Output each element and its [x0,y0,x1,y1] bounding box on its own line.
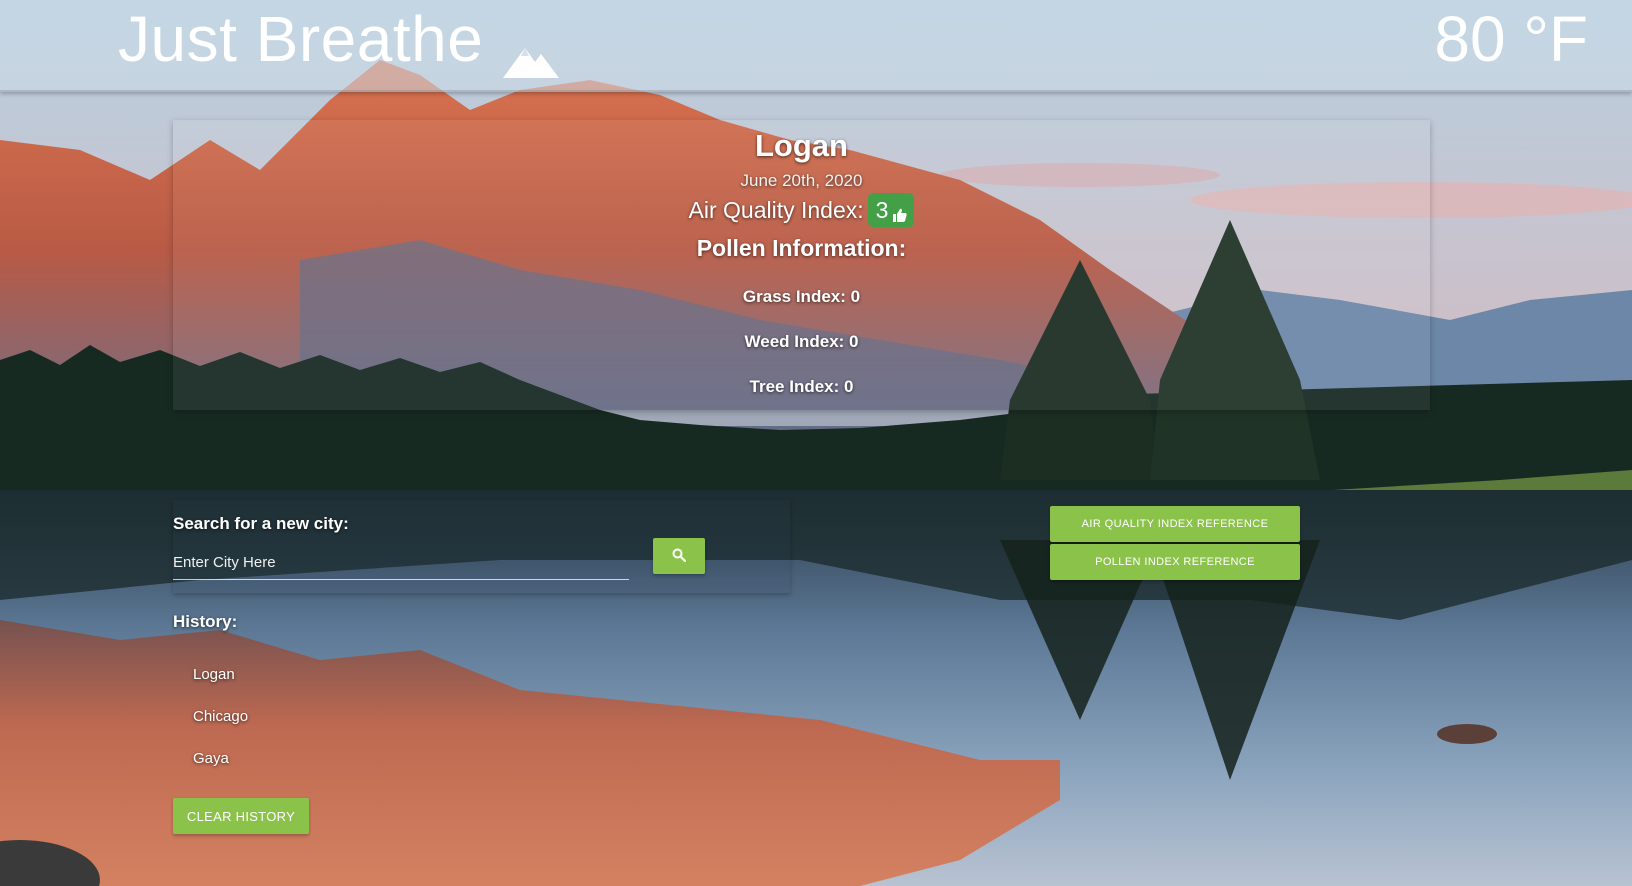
mountain-icon [503,21,561,78]
city-search-input[interactable] [173,545,629,580]
aqi-reference-button[interactable]: AIR QUALITY INDEX REFERENCE [1050,506,1300,542]
search-icon [672,548,687,565]
thumbs-up-icon [892,202,908,222]
aqi-badge: 3 [867,193,915,227]
aqi-value: 3 [875,196,889,223]
app-header: Just Breathe 80 °F [0,0,1632,92]
brand-logo[interactable]: Just Breathe [118,2,561,78]
search-history: History: Logan Chicago Gaya [173,612,248,767]
aqi-label: Air Quality Index: [688,196,864,223]
clear-history-button[interactable]: CLEAR HISTORY [173,798,309,834]
history-item-chicago[interactable]: Chicago [193,709,248,751]
brand-title: Just Breathe [118,3,484,75]
history-item-logan[interactable]: Logan [193,667,248,709]
search-label: Search for a new city: [173,514,349,533]
tree-index: Tree Index: 0 [749,377,854,396]
grass-index: Grass Index: 0 [742,287,861,306]
city-name: Logan [755,128,848,163]
weed-index: Weed Index: 0 [744,332,859,351]
current-temperature: 80 °F [1434,3,1588,75]
history-title: History: [173,612,238,631]
city-air-quality-card: Logan June 20th, 2020 Air Quality Index:… [173,120,1430,410]
history-item-gaya[interactable]: Gaya [193,751,248,793]
current-date: June 20th, 2020 [740,171,863,190]
search-button[interactable] [653,538,705,574]
history-list: Logan Chicago Gaya [193,667,248,793]
air-quality-row: Air Quality Index: 3 [173,193,1430,227]
city-search-card: Search for a new city: [173,500,790,593]
pollen-reference-button[interactable]: POLLEN INDEX REFERENCE [1050,544,1300,580]
pollen-info-title: Pollen Information: [696,235,907,261]
